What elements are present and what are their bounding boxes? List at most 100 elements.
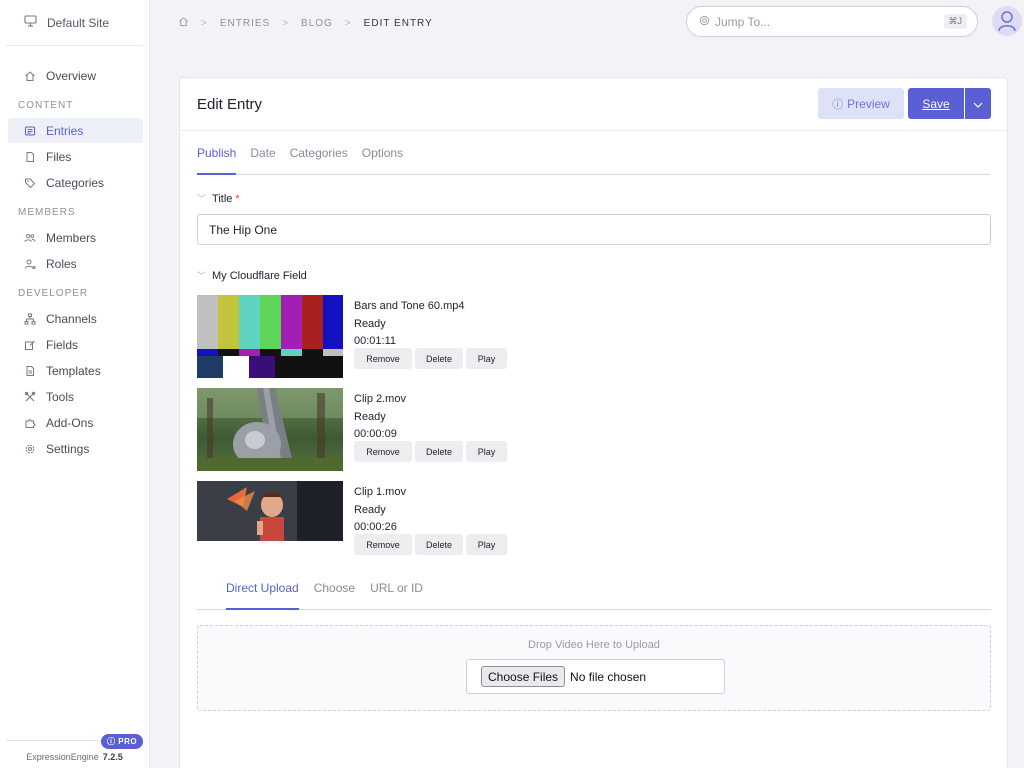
play-button[interactable]: Play	[466, 534, 507, 555]
nav-heading-content: CONTENT	[18, 100, 74, 111]
tag-icon	[24, 177, 36, 189]
breadcrumb-separator: >	[201, 17, 208, 29]
tab-date[interactable]: Date	[250, 138, 275, 175]
choose-files-button[interactable]: Choose Files	[481, 666, 566, 687]
video-actions: Remove Delete Play	[354, 441, 510, 462]
tab-options[interactable]: Options	[362, 138, 403, 175]
nav-templates-label: Templates	[46, 363, 101, 378]
nav-entries-label: Entries	[46, 123, 84, 138]
delete-button[interactable]: Delete	[415, 348, 463, 369]
nav-categories[interactable]: Categories	[8, 170, 143, 195]
avatar[interactable]	[992, 6, 1022, 36]
save-options-button[interactable]	[965, 88, 991, 119]
dropzone-text: Drop Video Here to Upload	[528, 639, 660, 651]
file-icon	[24, 151, 36, 163]
nav-categories-label: Categories	[46, 175, 105, 190]
sidebar: Default Site Overview CONTENT Entries Fi…	[0, 0, 150, 768]
home-icon[interactable]	[178, 16, 189, 30]
delete-button[interactable]: Delete	[415, 441, 463, 462]
required-marker: *	[235, 192, 240, 205]
nav-channels[interactable]: Channels	[8, 306, 143, 331]
pro-badge-label: PRO	[118, 737, 138, 746]
play-button[interactable]: Play	[466, 348, 507, 369]
nav-files-label: Files	[46, 149, 72, 164]
nav-settings[interactable]: Settings	[8, 436, 143, 461]
nav-entries[interactable]: Entries	[8, 118, 143, 143]
gear-icon	[24, 443, 36, 455]
video-status: Ready	[354, 317, 386, 330]
nav-fields-label: Fields	[46, 337, 79, 352]
info-icon: ⓘ	[832, 98, 844, 111]
save-label: Save	[922, 96, 950, 111]
main-nav: Overview CONTENT Entries Files Categorie…	[0, 46, 149, 461]
nav-overview[interactable]: Overview	[8, 63, 143, 88]
video-name: Clip 2.mov	[354, 393, 406, 405]
keyboard-shortcut: ⌘J	[943, 14, 967, 29]
pro-badge: ⓘ PRO	[101, 734, 144, 749]
video-actions: Remove Delete Play	[354, 534, 510, 555]
title-input[interactable]: The Hip One	[197, 214, 991, 245]
video-thumbnail[interactable]	[197, 481, 343, 564]
jump-to-input[interactable]: Jump To... ⌘J	[686, 6, 978, 37]
save-button[interactable]: Save	[908, 88, 964, 119]
video-actions: Remove Delete Play	[354, 348, 510, 369]
jump-to-placeholder: Jump To...	[715, 14, 771, 29]
nav-templates[interactable]: Templates	[8, 358, 143, 383]
nav-heading-members: MEMBERS	[18, 207, 76, 218]
play-button[interactable]: Play	[466, 441, 507, 462]
home-icon	[24, 70, 36, 82]
page-title: Edit Entry	[197, 95, 263, 113]
delete-button[interactable]: Delete	[415, 534, 463, 555]
top-bar: > ENTRIES > BLOG > EDIT ENTRY Jump To...…	[150, 0, 1024, 46]
breadcrumb-separator: >	[344, 17, 352, 29]
user-roles-icon	[24, 258, 36, 270]
cloudflare-label-text: My Cloudflare Field	[212, 269, 307, 282]
video-info: Clip 1.mov Ready 00:00:26	[354, 484, 406, 537]
title-label-text: Title	[212, 192, 233, 205]
tab-publish[interactable]: Publish	[197, 138, 237, 175]
site-name: Default Site	[47, 15, 110, 30]
entries-icon	[24, 125, 36, 137]
nav-tools-label: Tools	[46, 389, 75, 404]
remove-button[interactable]: Remove	[354, 534, 412, 555]
remove-button[interactable]: Remove	[354, 348, 412, 369]
cloudflare-field-label[interactable]: ﹀ My Cloudflare Field	[197, 269, 307, 282]
title-field-label[interactable]: ﹀ Title *	[197, 192, 240, 205]
nav-settings-label: Settings	[46, 441, 90, 456]
monitor-icon	[24, 14, 37, 32]
file-status: No file chosen	[570, 669, 647, 684]
breadcrumb-entries[interactable]: ENTRIES	[220, 18, 270, 29]
video-item: Bars and Tone 60.mp4 Ready 00:01:11 Remo…	[197, 295, 617, 379]
info-icon: ⓘ	[107, 737, 116, 746]
nav-overview-label: Overview	[46, 68, 97, 83]
remove-button[interactable]: Remove	[354, 441, 412, 462]
upload-tabs: Direct Upload Choose URL or ID	[197, 572, 991, 610]
file-input[interactable]: Choose Files No file chosen	[466, 659, 725, 694]
nav-members[interactable]: Members	[8, 225, 143, 250]
nav-fields[interactable]: Fields	[8, 332, 143, 357]
nav-roles[interactable]: Roles	[8, 251, 143, 276]
video-dropzone[interactable]: Drop Video Here to Upload Choose Files N…	[197, 625, 991, 711]
preview-button[interactable]: ⓘ Preview	[818, 88, 904, 119]
nav-addons[interactable]: Add-Ons	[8, 410, 143, 435]
nav-tools[interactable]: Tools	[8, 384, 143, 409]
video-name: Clip 1.mov	[354, 486, 406, 498]
video-item: Clip 1.mov Ready 00:00:26 Remove Delete …	[197, 481, 617, 565]
breadcrumb-current: EDIT ENTRY	[363, 17, 433, 29]
preview-label: Preview	[847, 96, 890, 111]
site-switcher[interactable]: Default Site	[6, 0, 143, 46]
tab-choose[interactable]: Choose	[314, 572, 355, 610]
nav-files[interactable]: Files	[8, 144, 143, 169]
video-thumbnail[interactable]	[197, 295, 343, 378]
tab-direct-upload[interactable]: Direct Upload	[226, 572, 299, 610]
video-thumbnail[interactable]	[197, 388, 343, 471]
video-info: Bars and Tone 60.mp4 Ready 00:01:11	[354, 298, 464, 351]
tab-categories[interactable]: Categories	[290, 138, 348, 175]
chevron-down-icon: ﹀	[197, 194, 207, 204]
chevron-down-icon	[973, 95, 983, 113]
breadcrumb-blog[interactable]: BLOG	[301, 18, 333, 29]
product-name: ExpressionEngine	[26, 752, 99, 762]
video-status: Ready	[354, 503, 386, 516]
edit-icon	[24, 339, 36, 351]
tab-url-or-id[interactable]: URL or ID	[370, 572, 423, 610]
